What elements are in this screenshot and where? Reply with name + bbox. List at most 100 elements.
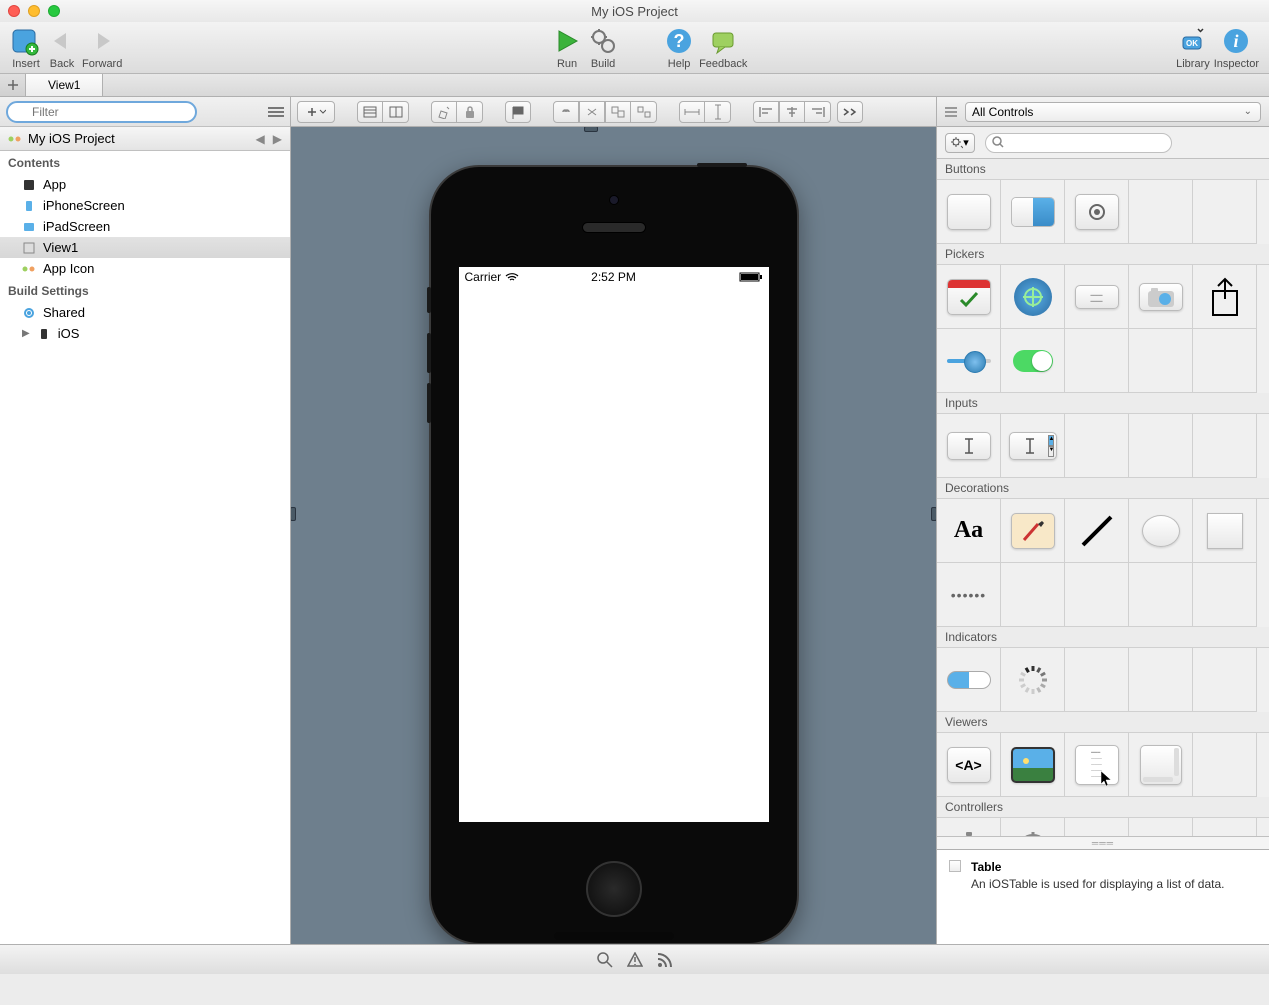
tree-item-ios[interactable]: ▶ iOS bbox=[0, 323, 290, 344]
phone-volume-up bbox=[427, 333, 431, 373]
buildsettings-header: Build Settings bbox=[0, 279, 290, 302]
control-progressbar[interactable] bbox=[937, 648, 1001, 712]
height-button[interactable] bbox=[705, 101, 731, 123]
cursor-icon bbox=[1101, 771, 1113, 787]
unlink-button[interactable] bbox=[579, 101, 605, 123]
control-canvas[interactable] bbox=[1001, 499, 1065, 563]
filter-input[interactable] bbox=[6, 101, 197, 123]
control-line[interactable] bbox=[1065, 499, 1129, 563]
canvas-horizontal-scrollbar[interactable] bbox=[554, 932, 674, 940]
link-button[interactable] bbox=[553, 101, 579, 123]
feedback-button[interactable]: Feedback bbox=[699, 25, 747, 70]
lib-section-viewers: Viewers bbox=[937, 712, 1269, 733]
more-button[interactable] bbox=[837, 101, 863, 123]
edit-button[interactable] bbox=[431, 101, 457, 123]
titlebar: My iOS Project bbox=[0, 0, 1269, 22]
forward-button[interactable]: Forward bbox=[82, 25, 122, 70]
phone-power-button bbox=[697, 163, 747, 167]
insert-button[interactable]: Insert bbox=[10, 25, 42, 70]
help-button[interactable]: ? Help bbox=[663, 25, 695, 70]
back-button[interactable]: Back bbox=[46, 25, 78, 70]
control-datepicker[interactable] bbox=[937, 265, 1001, 329]
nav-back-icon[interactable]: ◀ bbox=[256, 132, 265, 146]
detail-icon bbox=[949, 860, 961, 872]
control-segmented[interactable] bbox=[1001, 180, 1065, 244]
ruler-knob-left[interactable] bbox=[291, 507, 296, 521]
control-slider[interactable] bbox=[937, 329, 1001, 393]
run-button[interactable]: Run bbox=[551, 25, 583, 70]
width-button[interactable] bbox=[679, 101, 705, 123]
control-toolbutton[interactable] bbox=[1065, 180, 1129, 244]
library-panel: All Controls ▾ Buttons Pickers bbox=[936, 97, 1269, 944]
svg-text:OK: OK bbox=[1186, 39, 1198, 48]
tree-item-appicon[interactable]: App Icon bbox=[0, 258, 290, 279]
control-textfield[interactable] bbox=[937, 414, 1001, 478]
canvas-panel: Carrier 2:52 PM bbox=[291, 97, 936, 944]
detail-title: Table bbox=[971, 860, 1224, 874]
control-progresswheel[interactable] bbox=[1001, 648, 1065, 712]
control-textarea[interactable]: ▲▼ bbox=[1001, 414, 1065, 478]
footer-warning-icon[interactable] bbox=[627, 952, 643, 968]
footer-search-icon[interactable] bbox=[597, 952, 613, 968]
control-label[interactable]: Aa bbox=[937, 499, 1001, 563]
ruler-knob-right[interactable] bbox=[931, 507, 936, 521]
control-timer[interactable] bbox=[937, 818, 1001, 836]
align-right-button[interactable] bbox=[805, 101, 831, 123]
tree-item-shared[interactable]: Shared bbox=[0, 302, 290, 323]
phone-speaker-icon bbox=[582, 222, 646, 233]
flag-button[interactable] bbox=[505, 101, 531, 123]
tab-bar: View1 bbox=[0, 74, 1269, 97]
control-button[interactable] bbox=[937, 180, 1001, 244]
control-picker[interactable]: ━━━━━━━━ bbox=[1065, 265, 1129, 329]
layout-grid-button[interactable] bbox=[383, 101, 409, 123]
tree-item-app[interactable]: App bbox=[0, 174, 290, 195]
add-tab-button[interactable] bbox=[0, 74, 26, 96]
control-htmlviewer[interactable]: <A> bbox=[937, 733, 1001, 797]
phone-volume-down bbox=[427, 383, 431, 423]
detail-drag-handle[interactable]: ═══ bbox=[937, 836, 1269, 849]
inspector-button[interactable]: i Inspector bbox=[1214, 25, 1259, 70]
view-mode-icon[interactable] bbox=[268, 107, 284, 117]
align-left-button[interactable] bbox=[753, 101, 779, 123]
library-search-input[interactable] bbox=[985, 133, 1172, 153]
align-center-button[interactable] bbox=[779, 101, 805, 123]
status-bar bbox=[0, 944, 1269, 974]
tree-item-iphonescreen[interactable]: iPhoneScreen bbox=[0, 195, 290, 216]
control-scrollview[interactable] bbox=[1129, 733, 1193, 797]
nav-forward-icon[interactable]: ▶ bbox=[273, 132, 282, 146]
detail-panel: Table An iOSTable is used for displaying… bbox=[937, 849, 1269, 944]
project-icon bbox=[8, 132, 22, 146]
build-button[interactable]: Build bbox=[587, 25, 619, 70]
control-table[interactable]: ━━━──────────── bbox=[1065, 733, 1129, 797]
panel-handle-icon[interactable] bbox=[945, 107, 957, 117]
layout-list-button[interactable] bbox=[357, 101, 383, 123]
ruler-knob-top[interactable] bbox=[584, 127, 598, 132]
disclosure-icon[interactable]: ▶ bbox=[22, 328, 30, 339]
control-location[interactable] bbox=[1001, 265, 1065, 329]
control-share[interactable] bbox=[1193, 265, 1257, 329]
control-rectangle[interactable] bbox=[1193, 499, 1257, 563]
control-separator[interactable]: •••••• bbox=[937, 563, 1001, 627]
library-gear-button[interactable]: ▾ bbox=[945, 133, 975, 153]
group-button[interactable] bbox=[605, 101, 631, 123]
control-thread[interactable] bbox=[1001, 818, 1065, 836]
control-imageviewer[interactable] bbox=[1001, 733, 1065, 797]
tree-item-view1[interactable]: View1 bbox=[0, 237, 290, 258]
footer-rss-icon[interactable] bbox=[657, 952, 673, 968]
library-button[interactable]: OK Library bbox=[1176, 25, 1210, 70]
ungroup-button[interactable] bbox=[631, 101, 657, 123]
canvas-area[interactable]: Carrier 2:52 PM bbox=[291, 127, 936, 944]
window-title: My iOS Project bbox=[0, 4, 1269, 19]
phone-screen[interactable]: Carrier 2:52 PM bbox=[459, 267, 769, 822]
add-control-button[interactable] bbox=[297, 101, 335, 123]
tab-view1[interactable]: View1 bbox=[26, 74, 103, 96]
control-switch[interactable] bbox=[1001, 329, 1065, 393]
status-time: 2:52 PM bbox=[459, 270, 769, 284]
tree-item-ipadscreen[interactable]: iPadScreen bbox=[0, 216, 290, 237]
lock-button[interactable] bbox=[457, 101, 483, 123]
navigator-panel: My iOS Project ◀ ▶ Contents App iPhoneSc… bbox=[0, 97, 291, 944]
library-filter-select[interactable]: All Controls bbox=[965, 102, 1261, 122]
control-oval[interactable] bbox=[1129, 499, 1193, 563]
project-name[interactable]: My iOS Project bbox=[28, 131, 115, 146]
control-camera[interactable] bbox=[1129, 265, 1193, 329]
